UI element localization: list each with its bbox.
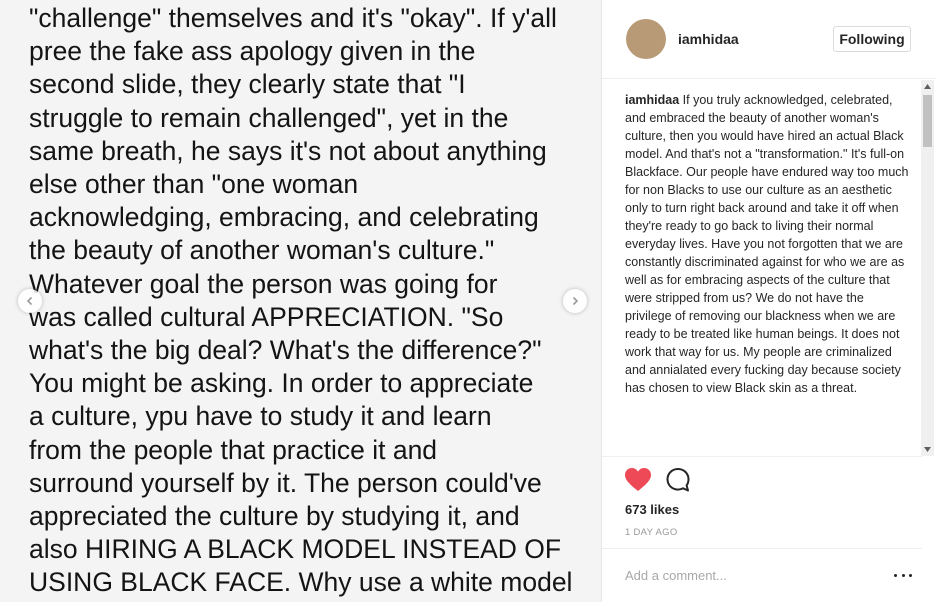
scroll-up-arrow-icon[interactable] xyxy=(921,80,934,93)
likes-count[interactable]: 673 likes xyxy=(625,502,679,517)
caption: iamhidaa If you truly acknowledged, cele… xyxy=(625,91,909,397)
more-options-icon[interactable] xyxy=(894,568,912,582)
post-image-text: "challenge" themselves and it's "okay". … xyxy=(29,3,573,598)
scrollbar-thumb[interactable] xyxy=(923,95,932,147)
post-header: iamhidaa Following xyxy=(602,0,936,79)
scroll-down-arrow-icon[interactable] xyxy=(921,443,934,456)
previous-slide-button[interactable] xyxy=(18,289,42,313)
heart-icon[interactable] xyxy=(625,468,651,492)
caption-username[interactable]: iamhidaa xyxy=(625,93,679,107)
caption-text: If you truly acknowledged, celebrated, a… xyxy=(625,93,909,395)
post-details-panel: iamhidaa Following iamhidaa If you truly… xyxy=(602,0,936,602)
header-username[interactable]: iamhidaa xyxy=(678,31,739,47)
post-image: "challenge" themselves and it's "okay". … xyxy=(0,0,601,602)
avatar[interactable] xyxy=(626,19,666,59)
caption-scrollbar[interactable] xyxy=(921,80,934,456)
comment-divider xyxy=(602,548,922,549)
chevron-left-icon xyxy=(26,296,33,306)
comment-icon[interactable] xyxy=(665,467,691,493)
more-dot xyxy=(901,573,905,577)
chevron-right-icon xyxy=(572,296,579,306)
following-button[interactable]: Following xyxy=(833,26,911,52)
more-dot xyxy=(894,573,897,577)
more-dot xyxy=(909,573,912,577)
actions-divider xyxy=(602,456,922,457)
add-comment-input[interactable] xyxy=(625,565,855,585)
next-slide-button[interactable] xyxy=(563,289,587,313)
caption-area: iamhidaa If you truly acknowledged, cele… xyxy=(625,91,909,456)
post-timestamp[interactable]: 1 DAY AGO xyxy=(625,527,678,538)
